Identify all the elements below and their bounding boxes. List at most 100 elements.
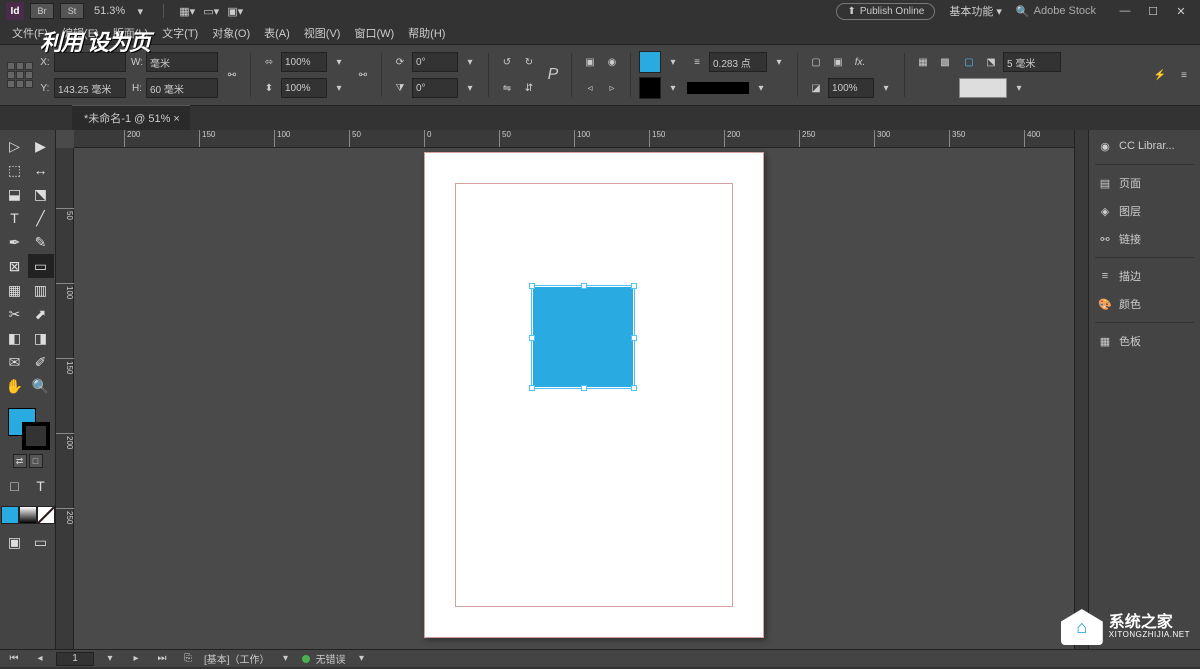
note-tool[interactable]: ✉ [2, 350, 28, 374]
stock-search[interactable]: 🔍 Adobe Stock [1016, 5, 1096, 18]
vertical-ruler[interactable]: 50 100 150 200 250 [56, 148, 74, 649]
menu-table[interactable]: 表(A) [258, 23, 296, 43]
minimize-button[interactable]: — [1112, 2, 1138, 20]
zoom-dropdown-icon[interactable]: ▾ [131, 2, 149, 20]
bridge-button[interactable]: Br [30, 3, 54, 19]
menu-layout[interactable]: 版面(L) [107, 23, 154, 43]
opacity-field[interactable]: 100% [828, 78, 874, 98]
stock-button[interactable]: St [60, 3, 84, 19]
rectangle-tool[interactable]: ▭ [28, 254, 54, 278]
close-button[interactable]: ✕ [1168, 2, 1194, 20]
apply-to-container-icon[interactable]: □ [2, 474, 28, 498]
menu-view[interactable]: 视图(V) [298, 23, 347, 43]
menu-file[interactable]: 文件(F) [6, 23, 54, 43]
gradient-feather-tool[interactable]: ◨ [28, 326, 54, 350]
direct-selection-tool[interactable]: ▶ [28, 134, 54, 158]
page-number-field[interactable]: 1 [56, 652, 94, 666]
panel-color[interactable]: 🎨颜色 [1089, 290, 1200, 318]
preview-view-icon[interactable]: ▭ [28, 530, 54, 554]
apply-gradient-icon[interactable] [19, 506, 37, 524]
stroke-swatch[interactable] [639, 77, 661, 99]
panel-swatches[interactable]: ▦色板 [1089, 327, 1200, 355]
selection-tool[interactable]: ▷ [2, 134, 28, 158]
corner-options-icon[interactable]: ▢ [959, 52, 979, 72]
clear-transform-icon[interactable]: P [543, 65, 563, 85]
quick-apply-icon[interactable]: ⚡ [1150, 65, 1170, 85]
screen-mode-icon[interactable]: ▭▾ [202, 2, 220, 20]
preflight-status[interactable]: 无错误 [316, 651, 346, 666]
free-transform-tool[interactable]: ⬈ [28, 302, 54, 326]
gradient-swatch-tool[interactable]: ◧ [2, 326, 28, 350]
view-options-icon[interactable]: ▦▾ [178, 2, 196, 20]
line-tool[interactable]: ╱ [28, 206, 54, 230]
default-fill-stroke-icon[interactable]: □ [29, 454, 43, 468]
workspace-switcher[interactable]: 基本功能 ▾ [941, 1, 1010, 21]
panel-links[interactable]: ⚯链接 [1089, 225, 1200, 253]
apply-none-icon[interactable] [37, 506, 55, 524]
stroke-style[interactable] [687, 82, 749, 94]
flip-h-icon[interactable]: ⇋ [497, 78, 517, 98]
constrain-scale-icon[interactable]: ⚯ [353, 65, 373, 85]
flip-v-icon[interactable]: ⇵ [519, 78, 539, 98]
effects-icon[interactable]: fx. [850, 52, 870, 72]
apply-to-text-icon[interactable]: T [28, 474, 54, 498]
rotate-field[interactable]: 0° [412, 52, 458, 72]
pencil-tool[interactable]: ✎ [28, 230, 54, 254]
menu-type[interactable]: 文字(T) [156, 23, 204, 43]
menu-help[interactable]: 帮助(H) [402, 23, 451, 43]
next-page-icon[interactable]: ▸ [126, 649, 146, 669]
menu-object[interactable]: 对象(O) [206, 23, 256, 43]
x-field[interactable] [54, 52, 126, 72]
table-tool[interactable]: ▥ [28, 278, 54, 302]
menu-edit[interactable]: 编辑(E) [56, 23, 105, 43]
type-tool[interactable]: T [2, 206, 28, 230]
text-wrap-none-icon[interactable]: ▦ [913, 52, 933, 72]
document-tab[interactable]: *未命名-1 @ 51% × [72, 105, 190, 130]
select-content-icon[interactable]: ◉ [602, 52, 622, 72]
reference-point[interactable] [6, 61, 34, 89]
panel-layers[interactable]: ◈图层 [1089, 197, 1200, 225]
content-placer-tool[interactable]: ⬔ [28, 182, 54, 206]
prev-page-icon[interactable]: ◂ [30, 649, 50, 669]
right-collapse-strip[interactable] [1074, 130, 1088, 649]
corner-size-field[interactable]: 5 毫米 [1003, 52, 1061, 72]
scale-x-field[interactable]: 100% [281, 52, 327, 72]
select-next-icon[interactable]: ▹ [602, 78, 622, 98]
last-page-icon[interactable]: ⏭ [152, 649, 172, 669]
rectangle-frame-tool[interactable]: ⊠ [2, 254, 28, 278]
hand-tool[interactable]: ✋ [2, 374, 28, 398]
drop-shadow-icon[interactable]: ◪ [806, 78, 826, 98]
scissors-tool[interactable]: ✂ [2, 302, 28, 326]
frame-fit-icon[interactable]: ▣ [828, 52, 848, 72]
zoom-tool[interactable]: 🔍 [28, 374, 54, 398]
menu-window[interactable]: 窗口(W) [348, 23, 400, 43]
swap-fill-stroke-icon[interactable]: ⇄ [13, 454, 27, 468]
zoom-level[interactable]: 51.3% [94, 5, 125, 17]
open-nav-icon[interactable]: ⎘ [178, 649, 198, 669]
y-field[interactable]: 143.25 毫米 [54, 78, 126, 98]
panel-stroke[interactable]: ≡描边 [1089, 262, 1200, 290]
maximize-button[interactable]: ☐ [1140, 2, 1166, 20]
h-field[interactable]: 60 毫米 [146, 78, 218, 98]
constrain-wh-icon[interactable]: ⚯ [222, 65, 242, 85]
gap-tool[interactable]: ↔ [28, 158, 54, 182]
autofit-icon[interactable]: ▢ [806, 52, 826, 72]
select-prev-icon[interactable]: ◃ [580, 78, 600, 98]
select-container-icon[interactable]: ▣ [580, 52, 600, 72]
eyedropper-tool[interactable]: ✐ [28, 350, 54, 374]
rotate-cw-icon[interactable]: ↻ [519, 52, 539, 72]
first-page-icon[interactable]: ⏮ [4, 649, 24, 669]
panel-cc-libraries[interactable]: ◉CC Librar... [1089, 132, 1200, 160]
table-cell-tool[interactable]: ▦ [2, 278, 28, 302]
scale-y-field[interactable]: 100% [281, 78, 327, 98]
horizontal-ruler[interactable]: 200 150 100 50 0 50 100 150 200 250 300 … [74, 130, 1074, 148]
fill-stroke-proxy[interactable] [6, 406, 50, 450]
document-canvas[interactable]: ✦ [74, 148, 1074, 649]
control-menu-icon[interactable]: ≡ [1174, 65, 1194, 85]
content-collector-tool[interactable]: ⬓ [2, 182, 28, 206]
page-dropdown-icon[interactable]: ▾ [100, 649, 120, 669]
object-style[interactable] [959, 78, 1007, 98]
apply-color-icon[interactable] [1, 506, 19, 524]
shear-field[interactable]: 0° [412, 78, 458, 98]
pen-tool[interactable]: ✒ [2, 230, 28, 254]
